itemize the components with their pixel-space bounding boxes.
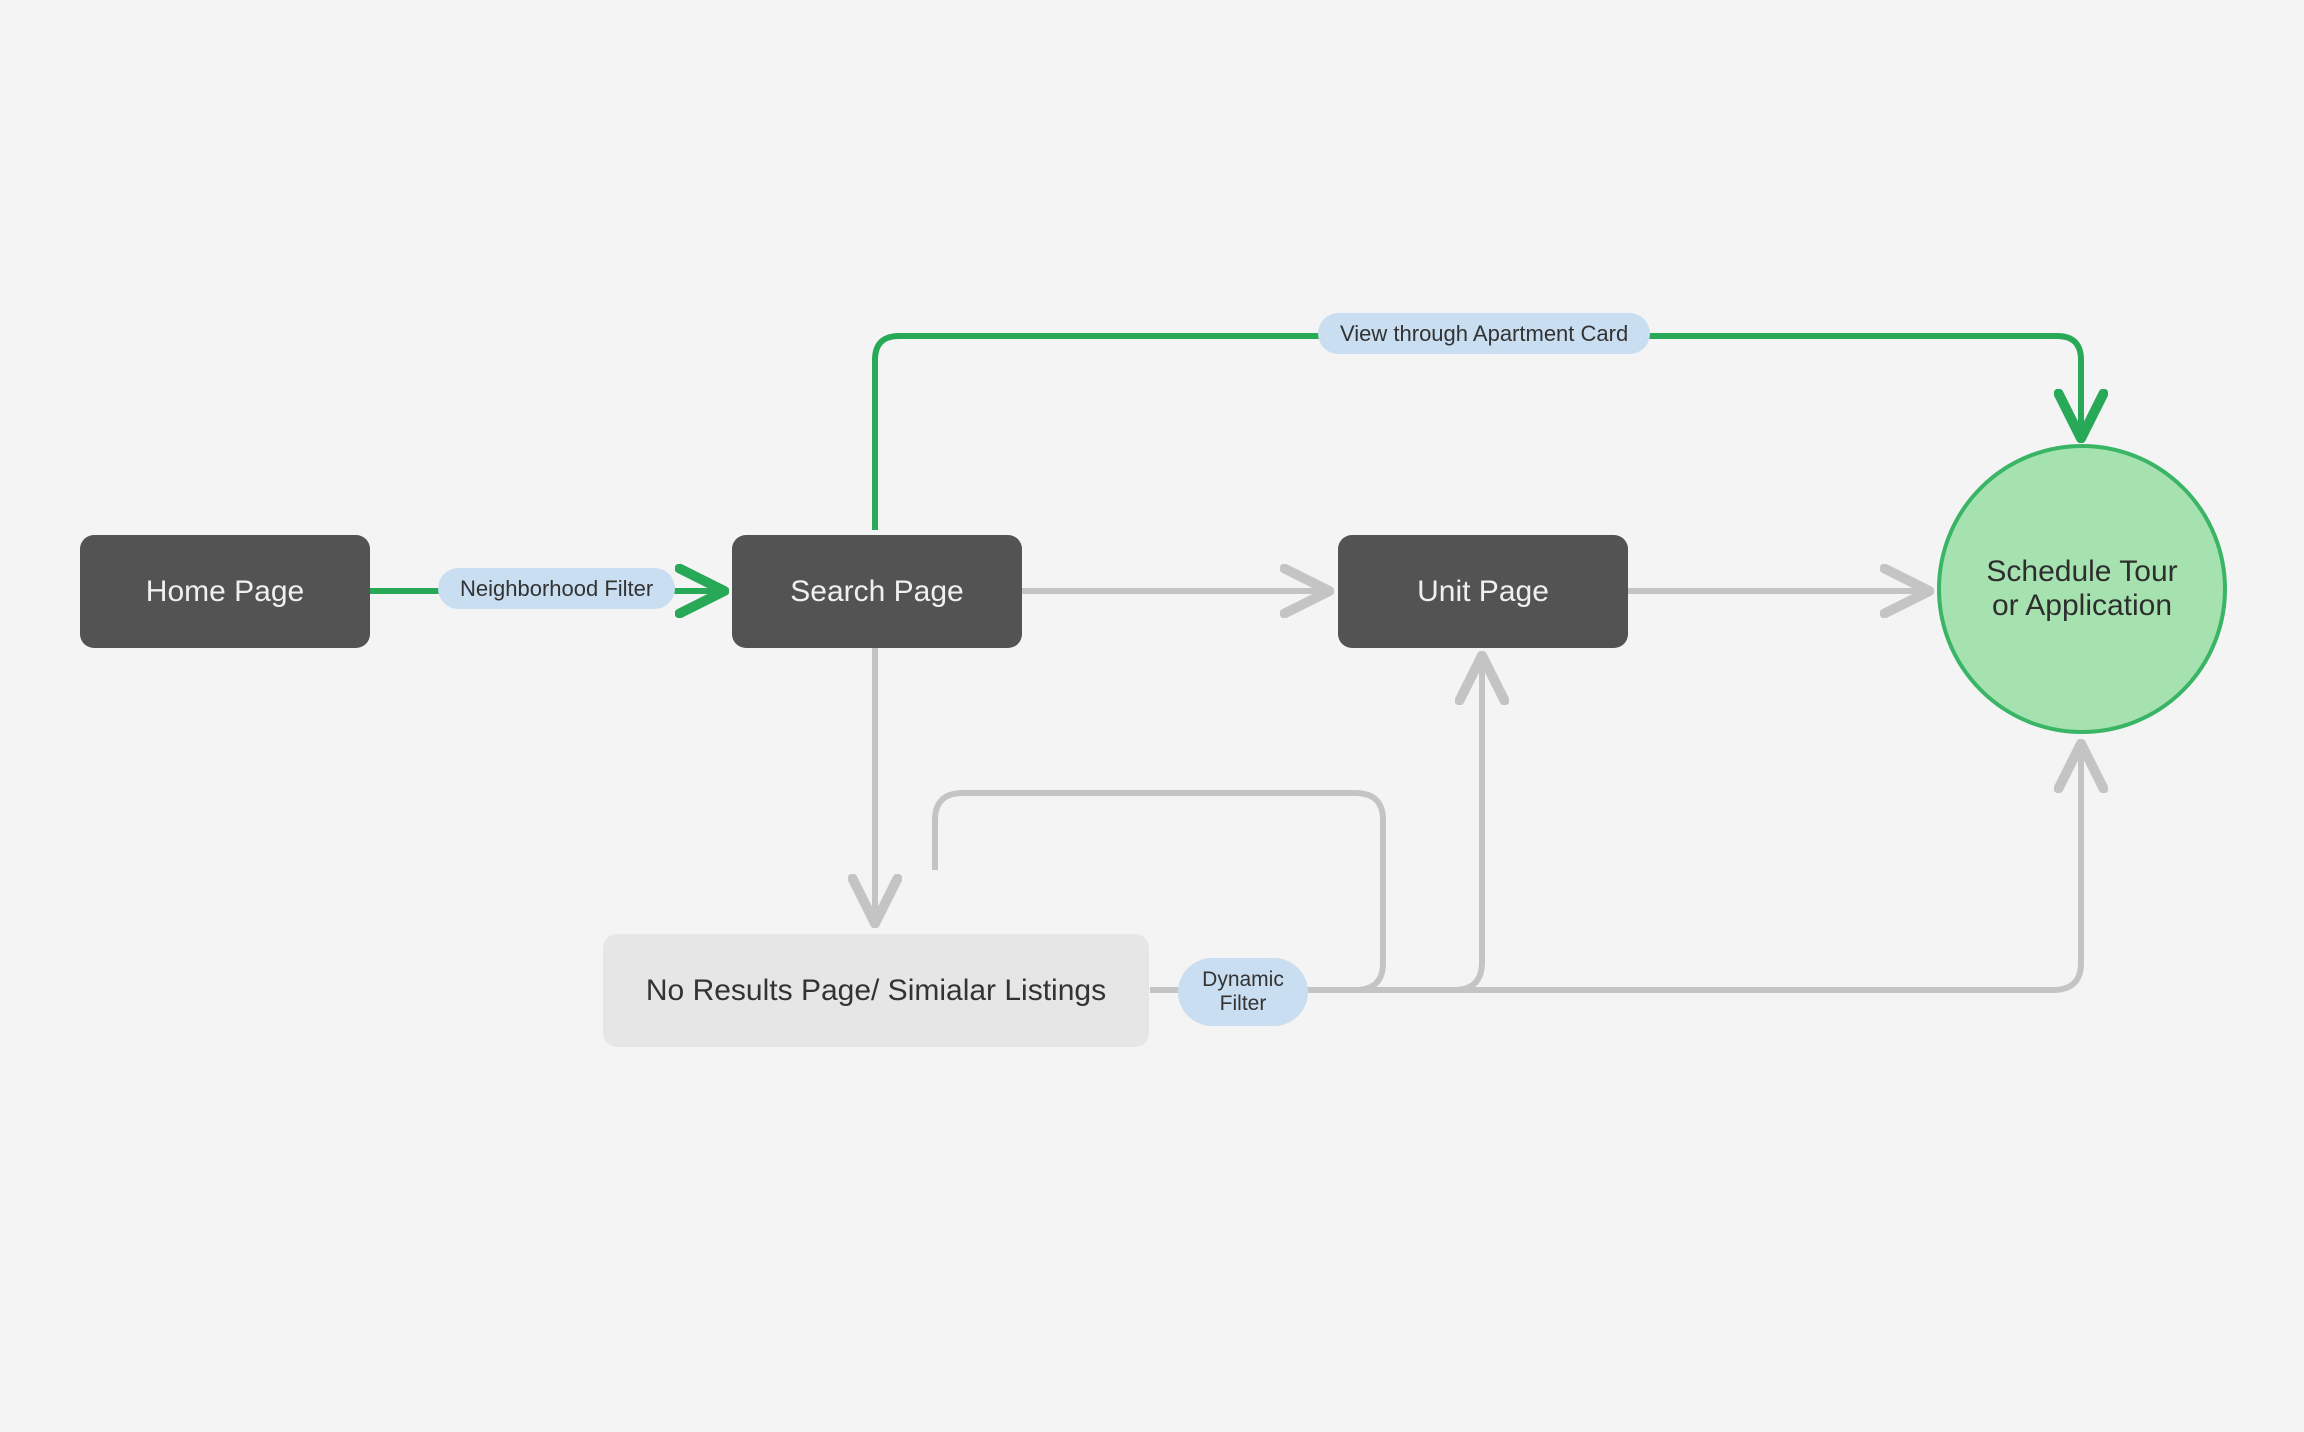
flow-diagram: Home Page Search Page Unit Page No Resul…: [0, 0, 2304, 1432]
diagram-edges: [0, 0, 2304, 1432]
node-label: Search Page: [790, 575, 963, 609]
node-search-page: Search Page: [732, 535, 1022, 648]
edge-label-neighborhood-filter: Neighborhood Filter: [438, 568, 675, 609]
node-label: Schedule Tour or Application: [1971, 555, 2193, 623]
edge-noresults-to-goal: [1315, 748, 2081, 990]
node-label: Unit Page: [1417, 575, 1549, 609]
edge-label-dynamic-filter: Dynamic Filter: [1178, 958, 1308, 1026]
pill-text: View through Apartment Card: [1340, 321, 1628, 346]
node-home-page: Home Page: [80, 535, 370, 648]
node-label: Home Page: [146, 575, 304, 609]
node-no-results: No Results Page/ Simialar Listings: [603, 934, 1149, 1047]
pill-text: Dynamic Filter: [1192, 968, 1294, 1016]
node-unit-page: Unit Page: [1338, 535, 1628, 648]
edge-label-view-apartment-card: View through Apartment Card: [1318, 313, 1650, 354]
edge-search-to-goal-top: [875, 336, 2081, 530]
node-label: No Results Page/ Simialar Listings: [646, 974, 1106, 1008]
edge-noresults-to-unit: [1220, 660, 1482, 990]
pill-text: Neighborhood Filter: [460, 576, 653, 601]
node-goal: Schedule Tour or Application: [1937, 444, 2227, 734]
